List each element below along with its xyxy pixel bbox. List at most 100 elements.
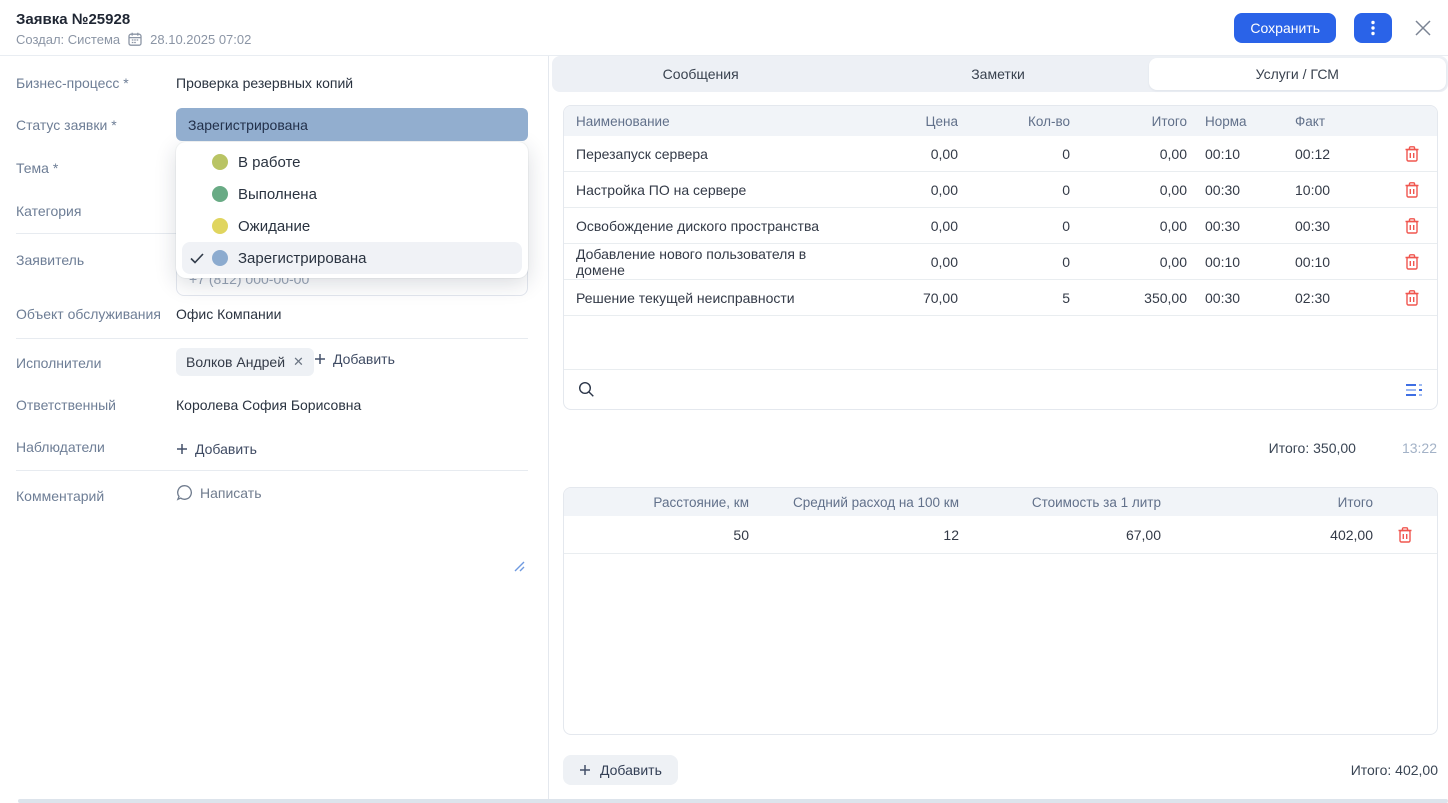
status-option-waiting[interactable]: Ожидание [176,210,528,242]
service-price: 0,00 [844,182,958,198]
executor-chip[interactable]: Волков Андрей ✕ [176,348,314,376]
tab-label: Заметки [971,66,1025,82]
status-select[interactable]: Зарегистрирована [176,108,528,141]
calendar-icon [128,32,142,46]
add-fuel-row-label: Добавить [600,762,662,778]
service-price: 0,00 [844,146,958,162]
status-dropdown: В работе Выполнена Ожидание [176,142,528,278]
service-total: 350,00 [1070,290,1187,306]
col-fact: Факт [1277,114,1387,129]
plus-icon [579,764,591,776]
business-process-value[interactable]: Проверка резервных копий [176,75,353,91]
check-icon [190,253,212,264]
status-option-done[interactable]: Выполнена [176,178,528,210]
observers-label: Наблюдатели [16,439,105,455]
table-row: Добавление нового пользователя в домене … [564,244,1437,280]
search-icon [578,381,595,398]
service-total: 0,00 [1070,182,1187,198]
table-row: Решение текущей неисправности 70,00 5 35… [564,280,1437,316]
add-fuel-row-button[interactable]: Добавить [563,755,678,785]
service-norm: 00:30 [1187,218,1277,234]
fuel-total-text: Итого: 402,00 [1351,762,1438,778]
service-name: Перезапуск сервера [564,146,844,162]
delete-row-button[interactable] [1373,526,1437,544]
tab-label: Услуги / ГСМ [1256,66,1339,82]
executors-label: Исполнители [16,355,101,371]
service-total: 0,00 [1070,146,1187,162]
plus-icon [314,353,326,365]
list-settings-icon[interactable] [1405,383,1423,397]
col-name: Наименование [564,114,844,129]
resize-handle-icon[interactable] [512,559,526,578]
col-total: Итого [1070,114,1187,129]
service-object-label: Объект обслуживания [16,306,161,322]
add-executor-button[interactable]: Добавить [314,351,395,368]
service-total: 0,00 [1070,218,1187,234]
remove-icon[interactable]: ✕ [293,354,304,370]
delete-row-button[interactable] [1387,253,1437,271]
status-color-dot [212,250,228,266]
table-row: Перезапуск сервера 0,00 0 0,00 00:10 00:… [564,136,1437,172]
tab-bar: Сообщения Заметки Услуги / ГСМ [552,56,1448,92]
services-summary: Итого: 350,00 13:22 [1269,438,1437,458]
service-fact: 00:12 [1277,146,1387,162]
horizontal-scrollbar[interactable] [18,799,1448,803]
service-price: 70,00 [844,290,958,306]
status-option-in-progress[interactable]: В работе [176,146,528,178]
service-norm: 00:10 [1187,146,1277,162]
status-option-label: Ожидание [238,218,310,235]
col-distance: Расстояние, км [564,495,749,510]
col-total: Итого [1161,495,1373,510]
status-color-dot [212,186,228,202]
service-search-input[interactable] [605,382,1395,398]
service-search-row [564,369,1437,409]
status-select-value: Зарегистрирована [188,117,308,133]
delete-row-button[interactable] [1387,217,1437,235]
col-price: Цена [844,114,958,129]
chat-bubble-icon [176,484,193,501]
fuel-consumption: 12 [749,527,959,543]
service-fact: 00:10 [1277,254,1387,270]
service-norm: 00:30 [1187,290,1277,306]
responsible-value[interactable]: Королева София Борисовна [176,397,361,413]
services-table-header: Наименование Цена Кол-во Итого Норма Фак… [564,106,1437,136]
more-actions-button[interactable] [1354,13,1392,43]
delete-row-button[interactable] [1387,145,1437,163]
tab-services-fuel[interactable]: Услуги / ГСМ [1149,58,1446,90]
status-option-registered[interactable]: Зарегистрирована [182,242,522,274]
add-observer-button[interactable]: Добавить [176,435,257,463]
kebab-menu-icon [1371,20,1375,36]
fuel-footer: Добавить Итого: 402,00 [563,755,1438,785]
category-label: Категория [16,203,81,219]
service-object-value[interactable]: Офис Компании [176,306,281,322]
request-window: Заявка №25928 Создал: Система 28.10.2025… [0,0,1448,803]
write-comment-button[interactable]: Написать [176,484,261,501]
close-icon[interactable] [1414,19,1432,37]
status-option-label: Зарегистрирована [238,250,366,267]
services-table: Наименование Цена Кол-во Итого Норма Фак… [563,105,1438,410]
service-name: Добавление нового пользователя в домене [564,246,844,278]
tab-messages[interactable]: Сообщения [552,56,849,92]
write-comment-label: Написать [200,485,261,501]
status-option-label: В работе [238,154,301,171]
col-consumption: Средний расход на 100 км [749,495,959,510]
service-total: 0,00 [1070,254,1187,270]
executor-chip-label: Волков Андрей [186,354,285,370]
plus-icon [176,443,188,455]
responsible-label: Ответственный [16,397,116,413]
service-qty: 5 [958,290,1070,306]
delete-row-button[interactable] [1387,289,1437,307]
creator-label: Создал: Система [16,32,120,47]
details-panel: Сообщения Заметки Услуги / ГСМ Наименова… [549,56,1448,803]
save-button[interactable]: Сохранить [1234,13,1336,43]
service-name: Освобождение диского пространства [564,218,844,234]
service-fact: 02:30 [1277,290,1387,306]
service-norm: 00:10 [1187,254,1277,270]
status-color-dot [212,218,228,234]
services-total: Итого: 350,00 [1269,440,1356,456]
delete-row-button[interactable] [1387,181,1437,199]
tab-notes[interactable]: Заметки [849,56,1146,92]
service-name: Настройка ПО на сервере [564,182,844,198]
created-datetime: 28.10.2025 07:02 [150,32,251,47]
fuel-table: Расстояние, км Средний расход на 100 км … [563,487,1438,735]
